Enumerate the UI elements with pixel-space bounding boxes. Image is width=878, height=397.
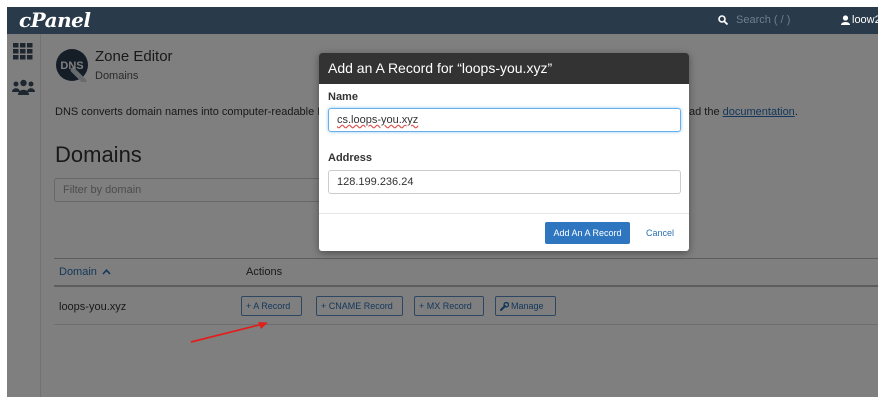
cpanel-logo[interactable]: cPanel (19, 7, 91, 34)
name-input-value: cs.loops-you.xyz (337, 114, 419, 126)
user-icon (841, 15, 850, 26)
name-input[interactable]: cs.loops-you.xyz (328, 108, 681, 132)
search-placeholder: Search ( / ) (736, 14, 791, 26)
username: loow24 (852, 14, 878, 26)
user-menu[interactable]: loow24 (841, 7, 878, 34)
annotation-arrow-icon (190, 322, 268, 343)
address-label: Address (328, 152, 373, 164)
cancel-link[interactable]: Cancel (646, 222, 674, 244)
add-an-a-record-button[interactable]: Add An A Record (545, 222, 630, 244)
modal-footer-divider (319, 213, 689, 214)
search-box[interactable]: Search ( / ) (718, 7, 790, 34)
address-input[interactable]: 128.199.236.24 (328, 170, 681, 194)
add-a-record-modal: Add an A Record for “loops-you.xyz” Name… (319, 53, 689, 251)
modal-title: Add an A Record for “loops-you.xyz” (319, 53, 689, 84)
search-icon (718, 15, 728, 26)
top-bar: cPanel Search ( / ) loow24 (7, 7, 878, 34)
name-label: Name (328, 91, 358, 103)
